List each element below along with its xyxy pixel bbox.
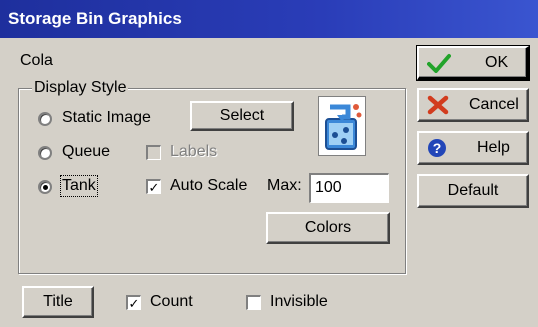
window-title: Storage Bin Graphics [0,0,538,38]
tank-label[interactable]: Tank [60,175,98,197]
count-label[interactable]: Count [150,293,193,311]
tank-radio-dot [43,185,48,190]
help-button-label: Help [477,139,510,156]
cancel-button[interactable]: Cancel [417,88,529,122]
display-style-legend: Display Style [32,79,129,97]
default-button[interactable]: Default [417,174,529,208]
help-icon: ? [428,139,446,157]
select-button[interactable]: Select [190,101,294,131]
auto-scale-checkbox[interactable]: ✓ [146,179,161,194]
static-image-radio[interactable] [38,112,52,126]
svg-text:?: ? [433,140,442,156]
title-button-label: Title [43,293,73,310]
storage-bin-graphics-dialog: Storage Bin Graphics Cola Display Style … [0,0,538,327]
check-icon [427,53,451,73]
title-button[interactable]: Title [22,286,94,318]
static-image-label[interactable]: Static Image [62,109,151,127]
select-button-label: Select [219,107,265,124]
queue-radio[interactable] [38,146,52,160]
invisible-checkbox[interactable] [246,295,261,310]
invisible-label[interactable]: Invisible [270,293,328,311]
tank-radio[interactable] [38,180,52,194]
help-button[interactable]: ? Help [417,131,529,165]
count-checkbox[interactable]: ✓ [126,295,141,310]
colors-button[interactable]: Colors [266,212,390,244]
default-button-label: Default [447,182,499,199]
item-name: Cola [20,52,53,69]
auto-scale-label[interactable]: Auto Scale [170,177,247,195]
ok-button[interactable]: OK [416,45,530,81]
cancel-x-icon [427,95,449,115]
queue-label[interactable]: Queue [62,143,110,161]
ok-button-label: OK [485,53,509,71]
colors-button-label: Colors [304,219,352,236]
storage-bin-preview[interactable] [318,96,366,156]
storage-bin-icon [325,104,362,150]
labels-checkbox-label[interactable]: Labels [170,143,217,161]
max-label: Max: [267,177,302,194]
max-value-field[interactable]: 100 [309,173,389,203]
cancel-button-label: Cancel [469,96,519,113]
labels-checkbox[interactable] [146,145,161,160]
